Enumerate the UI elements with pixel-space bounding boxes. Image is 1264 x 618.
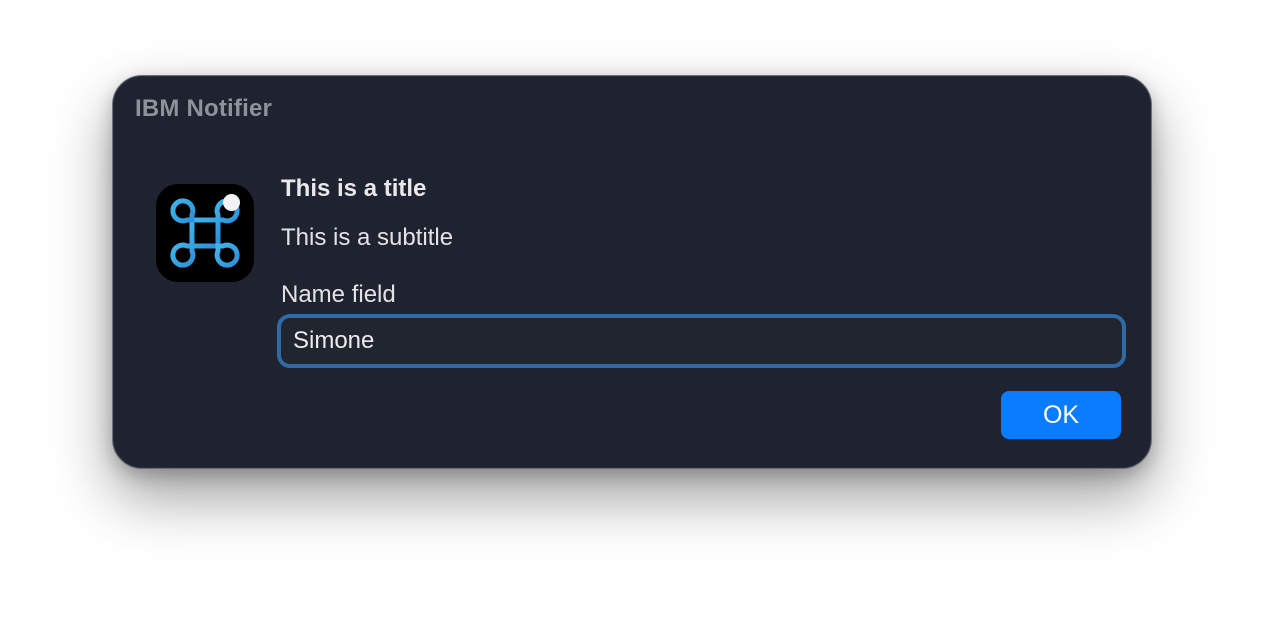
name-field-container [277,314,1126,368]
message-subtitle: This is a subtitle [281,224,454,251]
name-field-label: Name field [281,281,396,308]
message-title: This is a title [281,175,427,202]
notification-dot-icon [223,194,240,211]
window-title: IBM Notifier [135,95,273,122]
desktop-background: IBM Notifier This is a title This is a s… [0,0,1264,618]
notifier-window: IBM Notifier This is a title This is a s… [112,75,1152,469]
name-input[interactable] [281,318,1122,364]
app-icon [156,184,254,282]
ok-button[interactable]: OK [1001,391,1121,439]
